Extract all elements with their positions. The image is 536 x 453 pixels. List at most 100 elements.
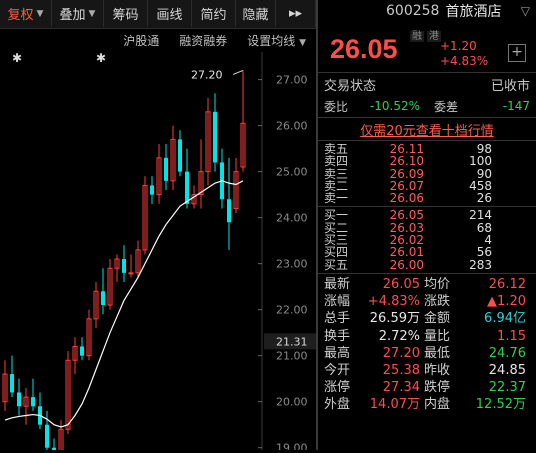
margin-trading-link[interactable]: 融资融券 xyxy=(179,32,227,49)
toolbar-item-5[interactable]: 隐藏 xyxy=(236,0,276,27)
quote-panel: 600258 首旅酒店 ▽ 融港 26.05 +1.20 +4.83% + 交易… xyxy=(318,0,536,450)
high-pointer xyxy=(232,69,244,75)
weicha-label: 委差 xyxy=(434,99,459,114)
candle-body xyxy=(213,111,217,163)
toolbar-item-2[interactable]: 筹码 xyxy=(104,0,148,27)
weibi-label: 委比 xyxy=(324,99,349,114)
stat-value: 24.76 xyxy=(488,345,526,361)
event-marker[interactable]: ✱ xyxy=(12,51,22,65)
trade-status-row: 交易状态 已收市 xyxy=(318,73,536,95)
stat-value: 27.34 xyxy=(382,380,420,396)
stat-label: 涨停 xyxy=(324,380,351,396)
toolbar-item-3[interactable]: 画线 xyxy=(148,0,192,27)
asks-vol: 26 xyxy=(476,191,492,206)
axis-label: 21.00 xyxy=(276,350,308,363)
candle-body xyxy=(164,157,168,181)
stats-row: 涨停 27.34 跌停 22.37 xyxy=(324,379,530,396)
toolbar-item-label: 叠加 xyxy=(59,8,86,23)
bids-row: 买四 26.01 56 xyxy=(324,245,530,260)
asks-price: 26.10 xyxy=(389,154,424,169)
bids-vol: 283 xyxy=(469,257,492,272)
candle-body xyxy=(128,272,134,275)
bids-label: 买四 xyxy=(324,245,349,260)
stats-row: 最新 26.05 均价 26.12 xyxy=(324,276,530,293)
stat-value: 6.94亿 xyxy=(484,311,526,327)
toolbar-item-0[interactable]: 复权 ▼ xyxy=(0,0,52,27)
stat-value: 12.52万 xyxy=(475,397,526,413)
asks-label: 卖一 xyxy=(324,191,349,206)
trade-status-label: 交易状态 xyxy=(324,78,377,94)
bids-row: 买一 26.05 214 xyxy=(324,208,530,223)
toolbar-item-label: ▸▸ xyxy=(288,6,303,21)
stat-label: 最高 xyxy=(324,345,351,361)
chart-toolbar: 复权 ▼ 叠加 ▼ 筹码 画线 简约 隐藏 ▸▸ xyxy=(0,0,316,29)
stats-table: 最新 26.05 均价 26.12 涨幅 +4.83% 涨跌 ▲1.20 总手 26.59万 金额 6… xyxy=(318,274,536,414)
bids-vol: 56 xyxy=(476,245,492,260)
stat-value: 24.85 xyxy=(488,362,526,378)
candle-body xyxy=(101,291,105,306)
stat-label: 内盘 xyxy=(424,397,451,413)
axis-label: 23.00 xyxy=(276,258,308,271)
stats-row: 总手 26.59万 金额 6.94亿 xyxy=(324,310,530,327)
stat-label: 今开 xyxy=(324,362,351,378)
stat-value: 26.05 xyxy=(382,276,420,292)
chevron-down-icon: ▼ xyxy=(299,37,306,48)
stat-value: 22.37 xyxy=(488,380,526,396)
stat-value: ▲1.20 xyxy=(487,294,526,310)
level2-promo-link[interactable]: 仅需20元查看十档行情 xyxy=(318,118,536,140)
stat-label: 均价 xyxy=(424,276,451,292)
stat-label: 量比 xyxy=(424,328,451,344)
kline-chart[interactable]: 27.00 26.00 25.00 24.00 23.00 22.00 21.00 20.00… xyxy=(0,51,316,453)
bids-label: 买一 xyxy=(324,208,349,223)
asks-price: 26.06 xyxy=(389,191,424,206)
last-price: 26.05 xyxy=(330,34,398,64)
ask-book: 卖五 26.11 98 卖四 26.10 100 卖三 26.09 90 卖二 26.07 458 卖一… xyxy=(318,141,536,206)
toolbar-item-4[interactable]: 简约 xyxy=(192,0,236,27)
stat-label: 外盘 xyxy=(324,397,351,413)
weicha-value: -147 xyxy=(502,99,530,113)
asks-row: 卖三 26.09 90 xyxy=(324,167,530,180)
change-percent: +4.83% xyxy=(440,54,489,68)
weibi-value: -10.52% xyxy=(369,99,420,113)
toolbar-item-1[interactable]: 叠加 ▼ xyxy=(52,0,104,27)
chevron-down-icon[interactable]: ▽ xyxy=(521,4,530,18)
toolbar-item-6[interactable]: ▸▸ xyxy=(276,0,316,27)
stat-value: +4.83% xyxy=(367,294,420,310)
ma-settings-button[interactable]: 设置均线 ▼ xyxy=(247,32,306,49)
stock-name: 首旅酒店 xyxy=(445,4,502,20)
stats-row: 涨幅 +4.83% 涨跌 ▲1.20 xyxy=(324,293,530,310)
kline-chart-svg[interactable]: 27.00 26.00 25.00 24.00 23.00 22.00 21.00 20.00… xyxy=(0,51,316,453)
hgt-link[interactable]: 沪股通 xyxy=(123,32,159,49)
add-watchlist-icon[interactable]: + xyxy=(508,44,526,62)
stat-value: 1.15 xyxy=(497,328,526,344)
stat-value: 26.12 xyxy=(488,276,526,292)
asks-row: 卖五 26.11 98 xyxy=(324,143,530,156)
asks-row: 卖二 26.07 458 xyxy=(324,180,530,193)
asks-vol: 100 xyxy=(469,154,492,169)
ma-settings-label: 设置均线 xyxy=(247,33,296,48)
chevron-down-icon: ▼ xyxy=(88,8,96,19)
price-change: +1.20 +4.83% xyxy=(440,39,488,69)
current-price-tag: 21.31 xyxy=(276,335,308,348)
bids-price: 26.05 xyxy=(389,208,424,223)
stat-label: 最新 xyxy=(324,276,351,292)
stats-row: 换手 2.72% 量比 1.15 xyxy=(324,328,530,345)
stat-value: 2.72% xyxy=(378,328,420,344)
toolbar-item-label: 复权 xyxy=(7,8,34,23)
stock-header: 600258 首旅酒店 ▽ xyxy=(318,0,536,22)
bids-label: 买五 xyxy=(324,257,349,272)
stats-row: 最高 27.20 最低 24.76 xyxy=(324,345,530,362)
stat-value: 26.59万 xyxy=(369,311,420,327)
bids-row: 买三 26.02 4 xyxy=(324,234,530,247)
event-marker[interactable]: ✱ xyxy=(96,51,106,65)
toolbar-item-label: 筹码 xyxy=(112,8,139,23)
order-ratio-row: 委比 -10.52% 委差 -147 xyxy=(318,95,536,117)
candle-body xyxy=(122,259,126,273)
chart-subtoolbar: 沪股通 融资融券 设置均线 ▼ xyxy=(0,29,316,51)
stat-value: 27.20 xyxy=(382,345,420,361)
candle-body xyxy=(31,397,35,407)
margin-tag: 融 xyxy=(410,31,424,42)
stat-label: 涨幅 xyxy=(324,294,351,310)
stats-row: 今开 25.38 昨收 24.85 xyxy=(324,362,530,379)
stat-label: 换手 xyxy=(324,328,351,344)
